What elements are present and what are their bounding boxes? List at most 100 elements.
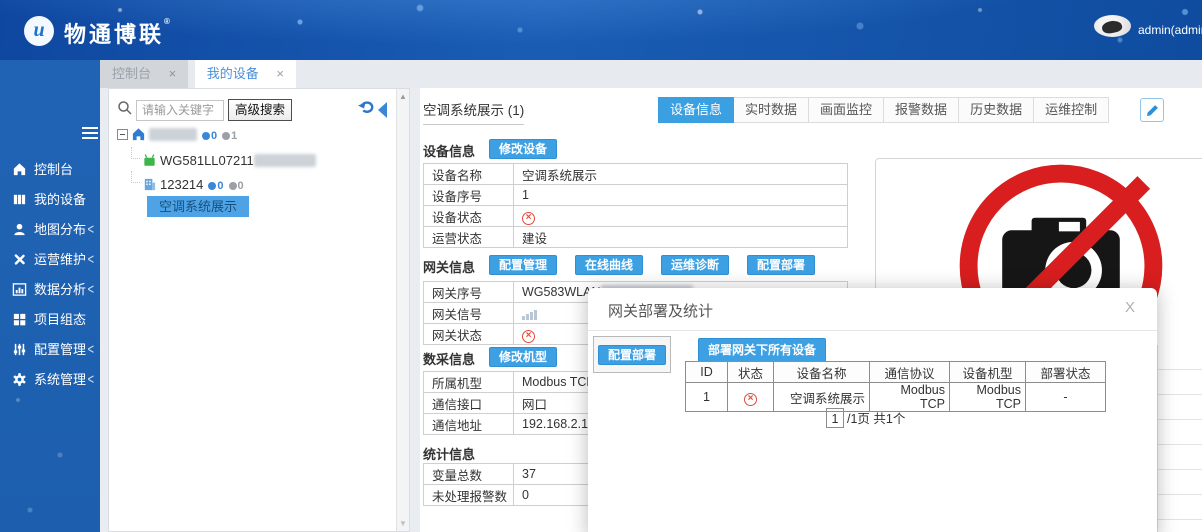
deploy-all-devices-button[interactable]: 部署网关下所有设备 (698, 338, 826, 362)
cell-deploy-status: - (1026, 383, 1106, 412)
pencil-icon (1145, 103, 1160, 118)
gateway-label: WG581LL07211 (160, 153, 254, 168)
col-device-name: 设备名称 (774, 362, 870, 383)
sidebar-item-operations[interactable]: 运营维护 < (0, 245, 100, 275)
row-label: 运营状态 (424, 227, 514, 248)
row-value: 1 (514, 185, 848, 206)
modify-device-button[interactable]: 修改设备 (489, 139, 557, 159)
collapse-panel-icon[interactable] (378, 102, 387, 118)
user-name[interactable]: admin(admin@ (1138, 23, 1202, 37)
config-deploy-button[interactable]: 配置部署 (598, 345, 666, 365)
section-device-info-heading: 设备信息 (423, 141, 475, 160)
building-icon (142, 176, 157, 191)
tree-device-node-selected[interactable]: 空调系统展示 (117, 195, 316, 219)
sidebar-item-analytics[interactable]: 数据分析 < (0, 275, 100, 305)
device-tree-panel: 高级搜索 01 WG581LL07211 12321400 空调系统展示 ▲▼ (108, 88, 410, 532)
cell-id: 1 (686, 383, 728, 412)
tab-console-close-icon[interactable]: × (169, 66, 177, 81)
offline-count-badge: 0 (229, 180, 244, 192)
ops-diagnose-button[interactable]: 运维诊断 (661, 255, 729, 275)
search-input[interactable] (136, 100, 224, 121)
window-tabstrip: 控制台 × 我的设备 × (100, 60, 1202, 88)
col-deploy-status: 部署状态 (1026, 362, 1106, 383)
pagination: 1/1页 共1个 (826, 408, 905, 428)
modal-divider (588, 330, 1157, 331)
collapse-node-icon[interactable] (117, 129, 128, 140)
sidebar-item-project[interactable]: 项目组态 (0, 305, 100, 335)
tab-my-devices-label: 我的设备 (207, 66, 259, 81)
redacted-text (149, 128, 197, 141)
tab-realtime-data[interactable]: 实时数据 (734, 97, 809, 123)
edit-tabs-button[interactable] (1140, 98, 1164, 122)
row-label: 网关序号 (424, 282, 514, 303)
badge-count: 0 (211, 130, 217, 142)
tab-console-label: 控制台 (112, 66, 151, 81)
refresh-undo-icon[interactable] (357, 99, 375, 120)
close-icon[interactable]: X (1125, 299, 1135, 316)
row-label: 网关信号 (424, 303, 514, 324)
user-avatar[interactable] (1094, 15, 1131, 37)
sidebar-item-label: 配置管理 (34, 342, 86, 357)
section-stats-heading: 统计信息 (423, 444, 475, 463)
sidebar-item-map[interactable]: 地图分布 < (0, 215, 100, 245)
online-curve-button[interactable]: 在线曲线 (575, 255, 643, 275)
tab-console[interactable]: 控制台 × (100, 60, 188, 88)
tools-icon (12, 248, 27, 263)
tree-connector (131, 171, 140, 183)
scroll-down-icon[interactable]: ▼ (399, 519, 407, 528)
tree-group-node[interactable]: 12321400 (117, 171, 316, 195)
deploy-button-outline: 配置部署 (593, 336, 671, 373)
hamburger-icon[interactable] (82, 127, 98, 140)
brand-name: 物通博联® (64, 17, 170, 49)
tab-device-info[interactable]: 设备信息 (658, 97, 734, 123)
config-manage-button[interactable]: 配置管理 (489, 255, 557, 275)
tree-root-node[interactable]: 01 (117, 123, 316, 147)
row-label: 所属机型 (424, 372, 514, 393)
app-header: u 物通博联® admin(admin@ (0, 0, 1202, 60)
tree-search-row: 高级搜索 (117, 99, 292, 121)
row-value: 空调系统展示 (514, 164, 848, 185)
tab-ops-control[interactable]: 运维控制 (1034, 97, 1109, 123)
sidebar-item-label: 地图分布 (34, 222, 86, 237)
col-status: 状态 (728, 362, 774, 383)
table-row: 设备名称空调系统展示 (424, 164, 848, 185)
tab-video-monitor[interactable]: 画面监控 (809, 97, 884, 123)
sidebar-item-config[interactable]: 配置管理 < (0, 335, 100, 365)
tree-connector (131, 147, 140, 159)
col-model: 设备机型 (950, 362, 1026, 383)
tab-history-data[interactable]: 历史数据 (959, 97, 1034, 123)
badge-count: 0 (217, 180, 223, 192)
offline-status-icon (522, 330, 535, 343)
page-number-box[interactable]: 1 (826, 408, 844, 428)
modify-device-button-wrap: 修改设备 (489, 139, 557, 159)
tree-scrollbar[interactable]: ▲▼ (396, 89, 409, 531)
sidebar-item-system[interactable]: 系统管理 < (0, 365, 100, 395)
modify-model-button[interactable]: 修改机型 (489, 347, 557, 367)
page-title: 空调系统展示 (1) (423, 99, 524, 125)
table-row: 设备状态 (424, 206, 848, 227)
offline-status-icon (744, 393, 757, 406)
tab-my-devices-close-icon[interactable]: × (276, 66, 284, 81)
tab-alarm-data[interactable]: 报警数据 (884, 97, 959, 123)
sidebar: 控制台 我的设备 地图分布 < 运营维护 < 数据分析 < 项目组态 配置管理 (0, 60, 100, 532)
col-protocol: 通信协议 (870, 362, 950, 383)
row-label: 变量总数 (424, 464, 514, 485)
grid-icon (12, 308, 27, 323)
sidebar-item-console[interactable]: 控制台 (0, 155, 100, 185)
scroll-up-icon[interactable]: ▲ (399, 92, 407, 101)
registered-mark: ® (164, 17, 170, 26)
sliders-icon (12, 338, 27, 353)
config-deploy-button[interactable]: 配置部署 (747, 255, 815, 275)
tree-gateway-node[interactable]: WG581LL07211 (117, 147, 316, 171)
sidebar-item-my-devices[interactable]: 我的设备 (0, 185, 100, 215)
tab-my-devices[interactable]: 我的设备 × (195, 60, 296, 88)
row-label: 未处理报警数 (424, 485, 514, 506)
background-table-rows (1157, 345, 1202, 532)
sidebar-item-label: 我的设备 (34, 192, 86, 207)
advanced-search-button[interactable]: 高级搜索 (228, 99, 292, 121)
cell-status (728, 383, 774, 412)
offline-count-badge: 1 (222, 130, 237, 142)
chevron-left-icon: < (88, 361, 94, 400)
online-count-badge: 0 (208, 180, 223, 192)
gear-icon (12, 368, 27, 383)
